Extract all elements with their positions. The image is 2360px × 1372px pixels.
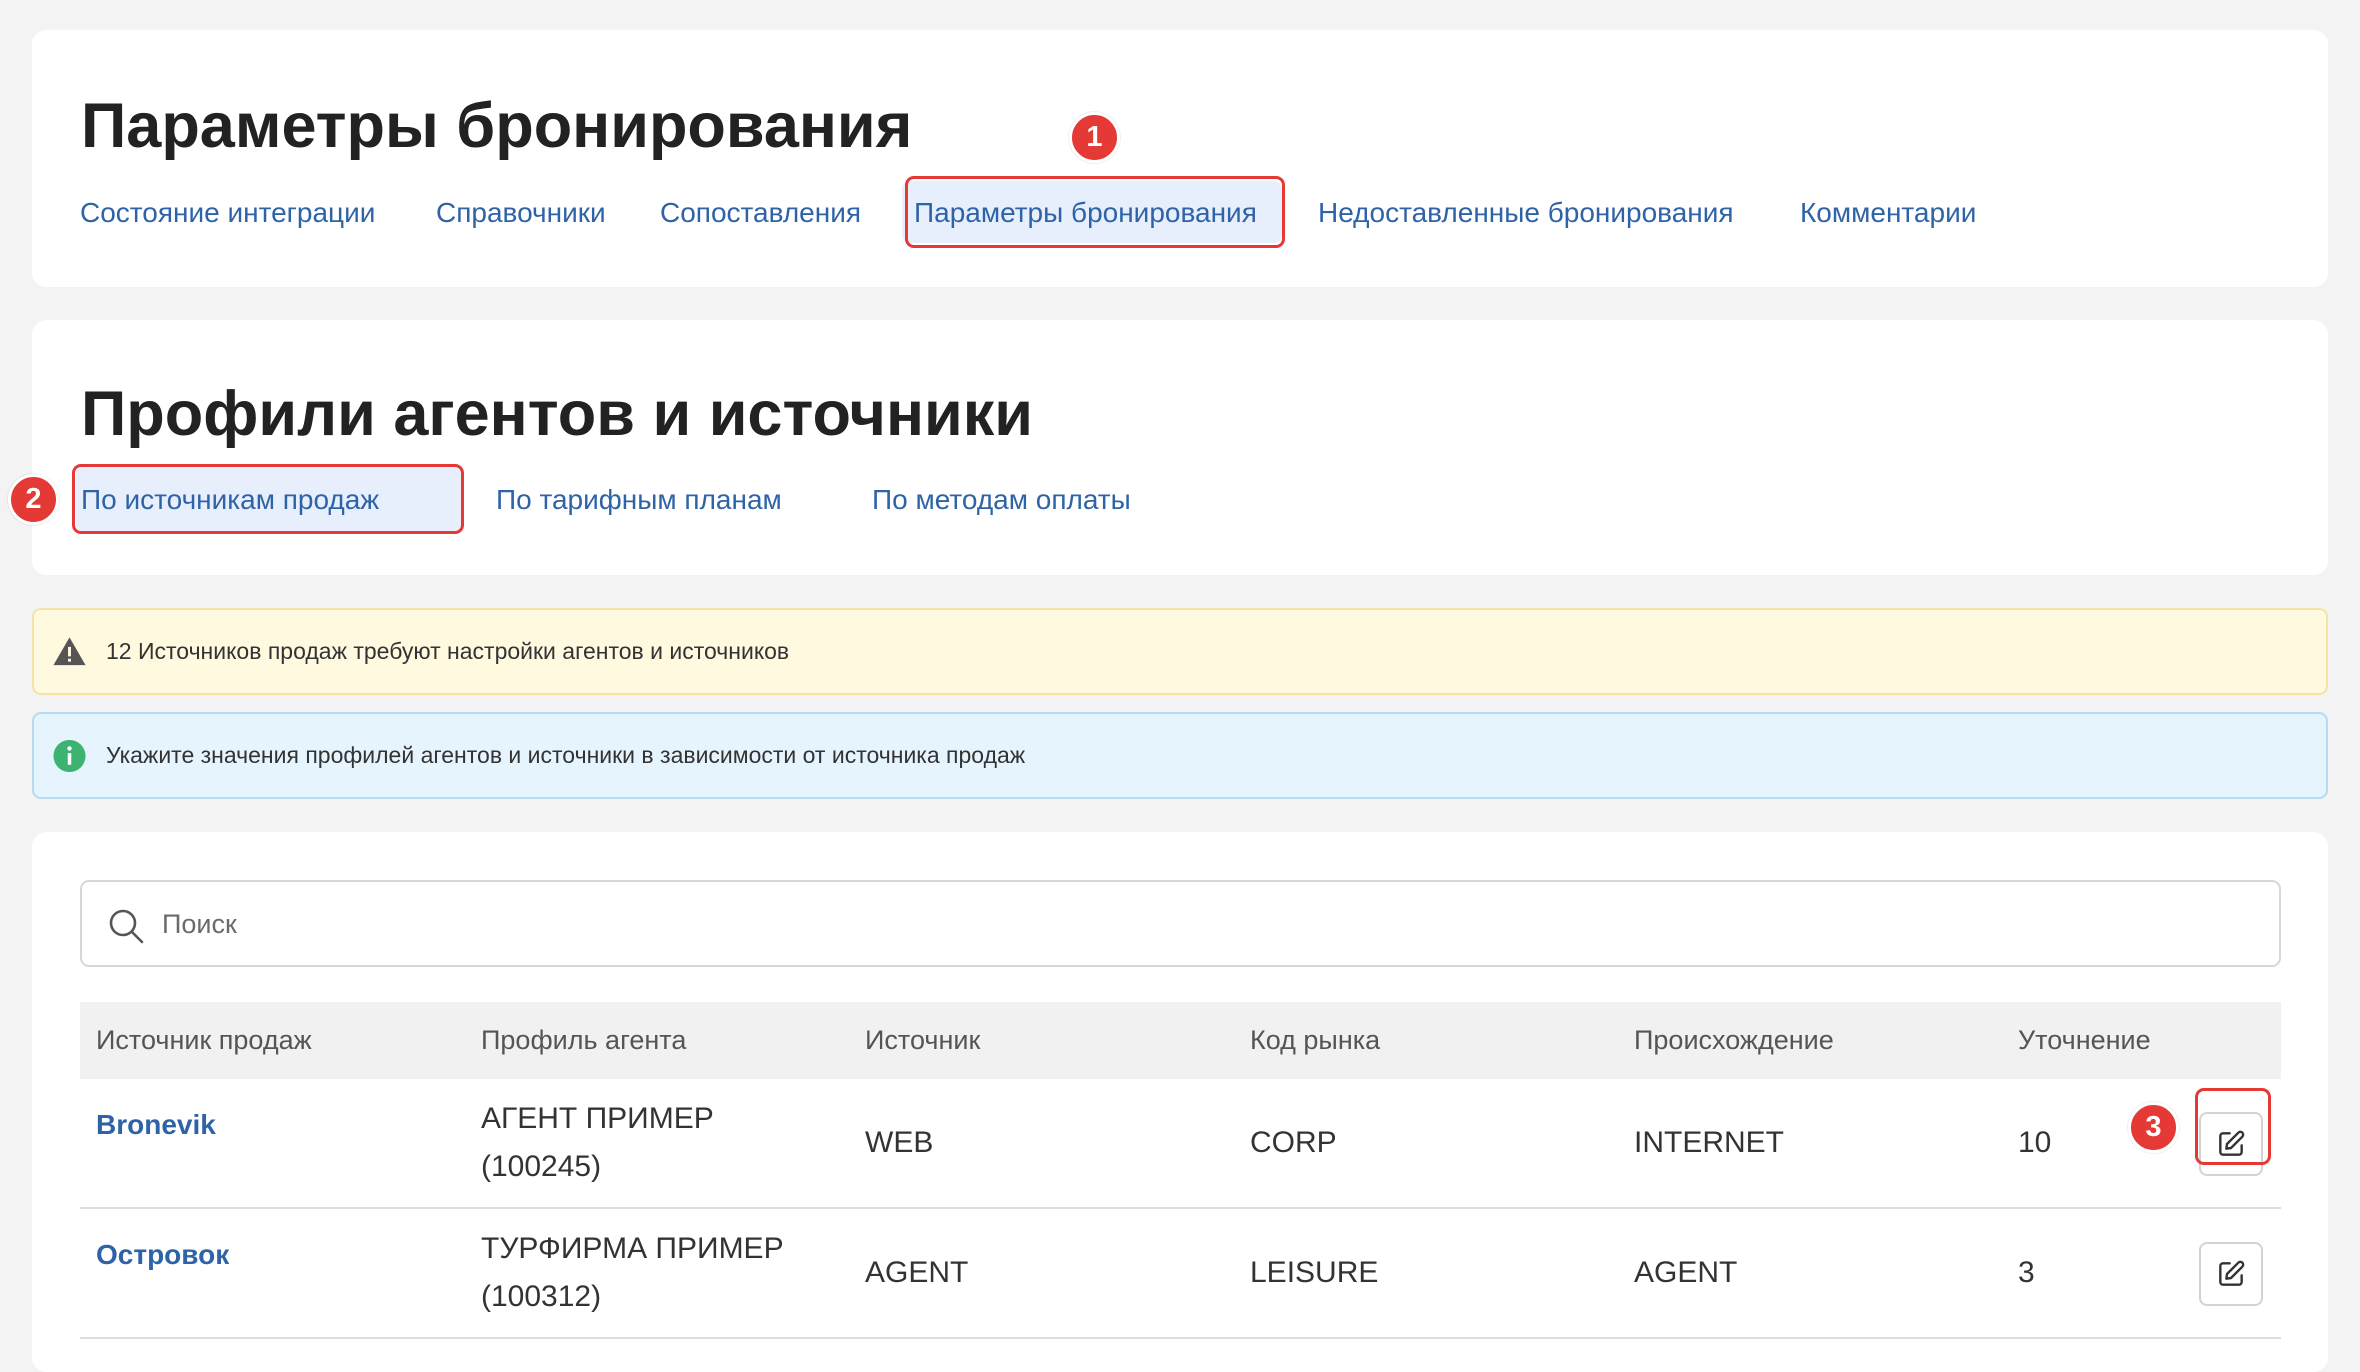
column-header-market-code[interactable]: Код рынка [1250, 1002, 1380, 1079]
marker-badge-2: 2 [8, 474, 59, 525]
column-header-source[interactable]: Источник [865, 1002, 980, 1079]
column-header-sales-source[interactable]: Источник продаж [96, 1002, 312, 1079]
table-header: Источник продаж Профиль агента Источник … [80, 1002, 2281, 1079]
search-icon [109, 909, 144, 944]
agent-profile-cell: ТУРФИРМА ПРИМЕР (100312) [481, 1209, 784, 1337]
marker-badge-1: 1 [1069, 112, 1120, 163]
tab-undelivered-bookings[interactable]: Недоставленные бронирования [1318, 199, 1734, 227]
tab-mappings[interactable]: Сопоставления [660, 199, 861, 227]
market-code-cell: LEISURE [1250, 1256, 1379, 1289]
tab-booking-params[interactable]: Параметры бронирования [902, 181, 1282, 243]
sales-source-link[interactable]: Bronevik [96, 1079, 216, 1207]
info-alert-text: Укажите значения профилей агентов и исто… [106, 742, 1026, 768]
edit-icon [2219, 1130, 2245, 1156]
source-cell: WEB [865, 1126, 934, 1159]
source-cell: AGENT [865, 1256, 969, 1289]
refinement-cell: 10 [2018, 1126, 2052, 1159]
edit-icon [2219, 1260, 2245, 1286]
tab-integration-status[interactable]: Состояние интеграции [80, 199, 375, 227]
table-row: Bronevik АГЕНТ ПРИМЕР (100245) WEB CORP … [80, 1079, 2281, 1209]
agent-profile-id: (100312) [481, 1280, 602, 1313]
agent-profile-name: ТУРФИРМА ПРИМЕР [481, 1232, 784, 1265]
column-header-agent-profile[interactable]: Профиль агента [481, 1002, 686, 1079]
table-row: Островок ТУРФИРМА ПРИМЕР (100312) AGENT … [80, 1209, 2281, 1339]
warning-alert-text: 12 Источников продаж требуют настройки а… [106, 638, 790, 664]
warning-icon [53, 636, 86, 665]
column-header-origin[interactable]: Происхождение [1634, 1002, 1834, 1079]
section-title: Профили агентов и источники [81, 379, 1034, 449]
info-icon [53, 739, 86, 772]
sales-source-link[interactable]: Островок [96, 1209, 229, 1337]
market-code-cell: CORP [1250, 1126, 1337, 1159]
agent-profile-cell: АГЕНТ ПРИМЕР (100245) [481, 1079, 714, 1207]
tab-comments[interactable]: Комментарии [1800, 199, 1976, 227]
refinement-cell: 3 [2018, 1256, 2035, 1289]
info-alert: Укажите значения профилей агентов и исто… [32, 712, 2328, 799]
tab-by-rate-plans[interactable]: По тарифным планам [496, 486, 782, 514]
tab-by-sales-sources[interactable]: По источникам продаж [76, 466, 462, 532]
origin-cell: AGENT [1634, 1256, 1738, 1289]
tab-directories[interactable]: Справочники [436, 199, 606, 227]
agent-profile-id: (100245) [481, 1150, 602, 1183]
tab-by-payment-methods[interactable]: По методам оплаты [872, 486, 1131, 514]
column-header-refinement[interactable]: Уточнение [2018, 1002, 2151, 1079]
edit-button[interactable] [2199, 1112, 2263, 1176]
warning-alert: 12 Источников продаж требуют настройки а… [32, 608, 2328, 695]
page-title: Параметры бронирования [81, 91, 913, 161]
origin-cell: INTERNET [1634, 1126, 1784, 1159]
marker-badge-3: 3 [2128, 1102, 2179, 1153]
edit-button[interactable] [2199, 1242, 2263, 1306]
agent-profile-name: АГЕНТ ПРИМЕР [481, 1102, 714, 1135]
search-box[interactable] [80, 880, 2281, 967]
search-input[interactable] [160, 886, 2264, 963]
